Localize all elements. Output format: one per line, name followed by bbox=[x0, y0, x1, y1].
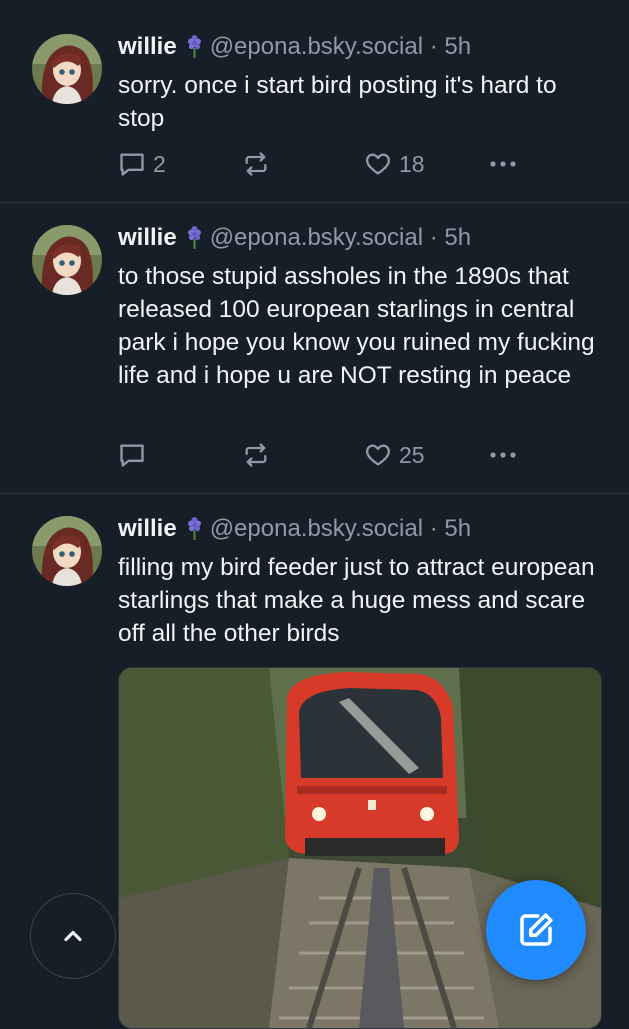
avatar[interactable] bbox=[32, 225, 102, 295]
post[interactable]: willie @epona.bsky.social · 5h to those s… bbox=[0, 203, 629, 494]
repost-button[interactable] bbox=[242, 146, 270, 182]
separator-dot: · bbox=[429, 224, 438, 251]
post[interactable]: willie @epona.bsky.social · 5h sorry. onc… bbox=[0, 0, 629, 203]
more-icon bbox=[490, 452, 516, 458]
more-icon bbox=[490, 161, 516, 167]
avatar[interactable] bbox=[32, 34, 102, 104]
repost-icon bbox=[245, 443, 267, 467]
post-time[interactable]: 5h bbox=[444, 33, 471, 60]
post-actions: 2 18 bbox=[118, 146, 605, 182]
post-header: willie @epona.bsky.social · 5h bbox=[118, 221, 605, 259]
feed: willie @epona.bsky.social · 5h sorry. onc… bbox=[0, 0, 629, 1029]
chevron-up-icon bbox=[64, 930, 82, 942]
separator-dot: · bbox=[429, 33, 438, 60]
post-time[interactable]: 5h bbox=[444, 515, 471, 542]
like-button[interactable]: 25 bbox=[364, 437, 425, 473]
scroll-to-top-button[interactable] bbox=[30, 893, 116, 979]
post-text: sorry. once i start bird posting it's ha… bbox=[118, 72, 557, 132]
like-button[interactable]: 18 bbox=[364, 146, 425, 182]
author-name[interactable]: willie bbox=[118, 224, 177, 251]
reply-icon bbox=[120, 153, 144, 176]
post-header: willie @epona.bsky.social · 5h bbox=[118, 512, 605, 550]
more-button[interactable] bbox=[488, 146, 518, 182]
author-handle[interactable]: @epona.bsky.social bbox=[210, 515, 423, 542]
author-name[interactable]: willie bbox=[118, 33, 177, 60]
hyacinth-icon bbox=[185, 516, 204, 550]
reply-button[interactable]: 2 bbox=[118, 146, 166, 182]
hyacinth-icon bbox=[185, 225, 204, 259]
compose-button[interactable] bbox=[486, 880, 586, 980]
heart-icon bbox=[366, 153, 390, 175]
post-text: to those stupid assholes in the 1890s th… bbox=[118, 263, 595, 389]
author-name[interactable]: willie bbox=[118, 515, 177, 542]
reply-count: 2 bbox=[153, 150, 166, 177]
post-content: willie @epona.bsky.social · 5h filling my… bbox=[118, 512, 605, 650]
more-button[interactable] bbox=[488, 437, 518, 473]
post-content: willie @epona.bsky.social · 5h sorry. onc… bbox=[118, 30, 605, 135]
hyacinth-icon bbox=[185, 34, 204, 68]
post-header: willie @epona.bsky.social · 5h bbox=[118, 30, 605, 68]
like-count: 18 bbox=[399, 150, 425, 177]
author-handle[interactable]: @epona.bsky.social bbox=[210, 33, 423, 60]
repost-button[interactable] bbox=[242, 437, 270, 473]
reply-button[interactable] bbox=[118, 437, 153, 473]
post-time[interactable]: 5h bbox=[444, 224, 471, 251]
like-count: 25 bbox=[399, 441, 425, 468]
author-handle[interactable]: @epona.bsky.social bbox=[210, 224, 423, 251]
heart-icon bbox=[366, 444, 390, 466]
reply-icon bbox=[120, 444, 144, 467]
post-content: willie @epona.bsky.social · 5h to those s… bbox=[118, 221, 605, 392]
repost-icon bbox=[245, 152, 267, 176]
compose-icon bbox=[520, 913, 553, 946]
post-actions: 25 bbox=[118, 437, 605, 473]
post-text: filling my bird feeder just to attract e… bbox=[118, 554, 595, 647]
avatar[interactable] bbox=[32, 516, 102, 586]
separator-dot: · bbox=[429, 515, 438, 542]
